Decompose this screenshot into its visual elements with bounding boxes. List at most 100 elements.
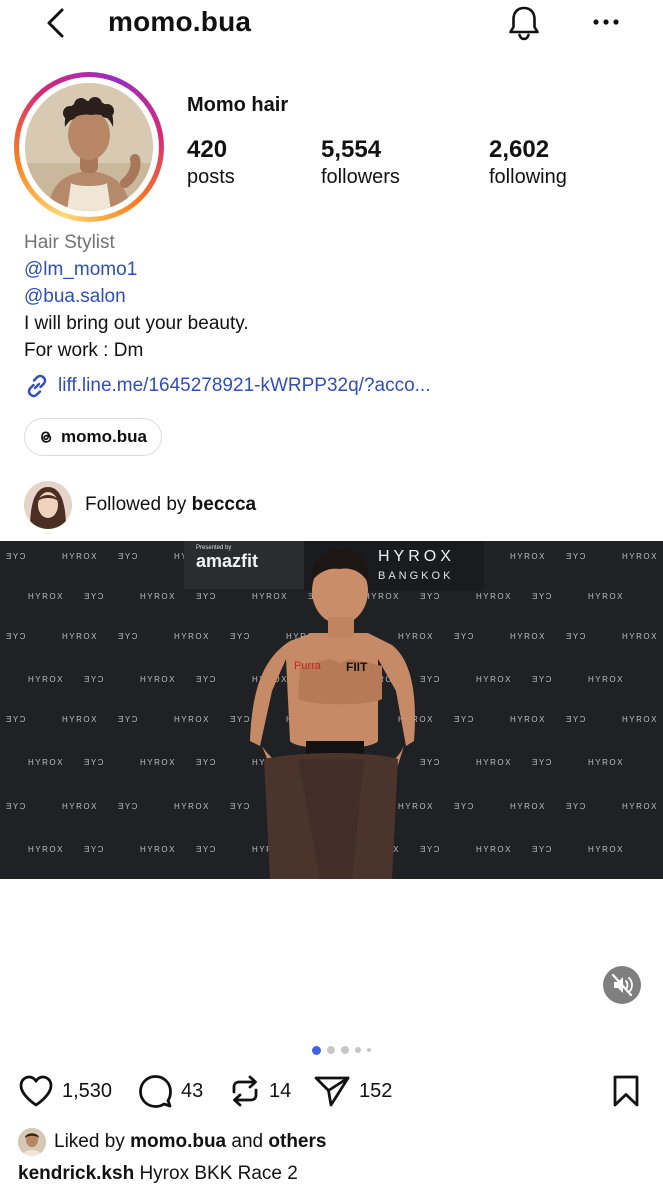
- stat-value: 2,602: [489, 136, 550, 163]
- backdrop-sponsor-text: ƎYƆ: [6, 715, 27, 724]
- liked-by-row: Liked by momo.bua and others: [18, 1128, 326, 1156]
- profile-external-link[interactable]: liff.line.me/1645278921-kWRPP32q/?acco..…: [24, 372, 430, 400]
- backdrop-sponsor-text: ƎYƆ: [118, 715, 139, 724]
- backdrop-sponsor-text: HYROX: [510, 715, 546, 724]
- caption-username[interactable]: kendrick.ksh: [18, 1163, 134, 1184]
- stat-posts[interactable]: 420 posts: [187, 136, 235, 190]
- carousel-dot: [312, 1045, 321, 1055]
- comment-button[interactable]: 43: [137, 1072, 203, 1110]
- backdrop-sponsor-text: HYROX: [140, 675, 176, 684]
- profile-category: Hair Stylist: [24, 232, 115, 253]
- backdrop-sponsor-text: HYROX: [62, 802, 98, 811]
- backdrop-sponsor-text: ƎYƆ: [6, 802, 27, 811]
- banner-event: HYROX: [378, 548, 455, 565]
- repost-icon: [232, 1075, 258, 1107]
- backdrop-sponsor-text: ƎYƆ: [196, 592, 217, 601]
- backdrop-sponsor-text: HYROX: [476, 592, 512, 601]
- post-media[interactable]: ƎYƆ HYROX ƎYƆ HYROX ƎYƆ HYROX ƎYƆ HYROX ƎYƆ HYROX…: [0, 541, 663, 879]
- followed-by-row[interactable]: Followed by beccca: [24, 480, 256, 530]
- stat-following[interactable]: 2,602 following: [489, 136, 567, 190]
- backdrop-sponsor-text: HYROX: [622, 632, 658, 641]
- repost-count: 14: [269, 1079, 292, 1102]
- backdrop-sponsor-text: ƎYƆ: [6, 632, 27, 641]
- backdrop-sponsor-text: ƎYƆ: [230, 632, 251, 641]
- backdrop-sponsor-text: HYROX: [398, 802, 434, 811]
- backdrop-sponsor-text: HYROX: [510, 802, 546, 811]
- backdrop-sponsor-text: ƎYƆ: [84, 758, 105, 767]
- backdrop-sponsor-text: ƎYƆ: [532, 758, 553, 767]
- liked-by-others[interactable]: others: [268, 1131, 326, 1152]
- backdrop-sponsor-text: HYROX: [140, 758, 176, 767]
- backdrop-sponsor-text: ƎYƆ: [118, 552, 139, 561]
- followed-by-prefix: Followed by: [85, 494, 187, 515]
- backdrop-sponsor-text: ƎYƆ: [566, 715, 587, 724]
- like-count: 1,530: [62, 1079, 113, 1102]
- share-button[interactable]: 152: [313, 1072, 392, 1110]
- backdrop-sponsor-text: ƎYƆ: [230, 715, 251, 724]
- svg-text:FIIT: FIIT: [346, 660, 368, 674]
- comment-count: 43: [181, 1079, 204, 1102]
- follower-avatar: [24, 481, 72, 529]
- bookmark-icon[interactable]: [611, 1074, 641, 1108]
- bio-mention-link[interactable]: @bua.salon: [24, 284, 126, 310]
- backdrop-sponsor-text: ƎYƆ: [532, 592, 553, 601]
- backdrop-sponsor-text: ƎYƆ: [532, 845, 553, 854]
- backdrop-sponsor-text: HYROX: [364, 592, 400, 601]
- stat-value: 5,554: [321, 136, 382, 163]
- avatar-photo: [25, 83, 153, 211]
- backdrop-sponsor-text: HYROX: [28, 675, 64, 684]
- backdrop-sponsor-text: HYROX: [398, 632, 434, 641]
- backdrop-sponsor-text: ƎYƆ: [118, 802, 139, 811]
- threads-icon: [41, 431, 52, 443]
- heart-icon: [19, 1075, 53, 1107]
- backdrop-sponsor-text: ƎYƆ: [84, 592, 105, 601]
- backdrop-sponsor-text: ƎYƆ: [420, 675, 441, 684]
- backdrop-sponsor-text: ƎYƆ: [84, 675, 105, 684]
- backdrop-sponsor-text: ƎYƆ: [566, 802, 587, 811]
- caption-text: Hyrox BKK Race 2: [139, 1163, 298, 1184]
- carousel-dot: [327, 1046, 335, 1054]
- mute-toggle-button[interactable]: [603, 966, 641, 1004]
- backdrop-sponsor-text: HYROX: [174, 715, 210, 724]
- svg-text:Purra: Purra: [294, 660, 322, 672]
- page-title: momo.bua: [108, 6, 252, 37]
- stat-value: 420: [187, 136, 228, 163]
- stat-followers[interactable]: 5,554 followers: [321, 136, 400, 190]
- backdrop-sponsor-text: HYROX: [28, 845, 64, 854]
- backdrop-sponsor-text: HYROX: [174, 632, 210, 641]
- profile-avatar[interactable]: [14, 72, 164, 222]
- stat-label: following: [489, 166, 567, 188]
- liked-by-text: Liked by momo.bua and others: [54, 1131, 326, 1153]
- carousel-dot: [355, 1047, 361, 1053]
- more-horizontal-icon[interactable]: [590, 12, 622, 32]
- backdrop-sponsor-text: HYROX: [588, 845, 624, 854]
- banner-brand: amazfit: [196, 551, 258, 571]
- liked-by-prefix: Liked by: [54, 1131, 125, 1152]
- backdrop-sponsor-text: HYROX: [174, 802, 210, 811]
- share-count: 152: [359, 1079, 393, 1102]
- bell-icon[interactable]: [506, 4, 542, 42]
- bio-text: I will bring out your beauty.: [24, 313, 249, 334]
- post-photo: ƎYƆ HYROX ƎYƆ HYROX ƎYƆ HYROX ƎYƆ HYROX ƎYƆ HYROX…: [0, 541, 663, 879]
- liker-avatar[interactable]: [18, 1128, 46, 1156]
- backdrop-sponsor-text: HYROX: [588, 592, 624, 601]
- backdrop-sponsor-text: ƎYƆ: [532, 675, 553, 684]
- bio-text: For work : Dm: [24, 340, 144, 361]
- backdrop-sponsor-text: HYROX: [588, 758, 624, 767]
- backdrop-sponsor-text: ƎYƆ: [566, 552, 587, 561]
- followed-by-username[interactable]: beccca: [192, 494, 256, 515]
- bio-mention-link[interactable]: @lm_momo1: [24, 257, 137, 283]
- backdrop-sponsor-text: ƎYƆ: [6, 552, 27, 561]
- followed-by-text: Followed by beccca: [85, 494, 256, 516]
- carousel-dot: [367, 1048, 371, 1052]
- liked-by-username[interactable]: momo.bua: [130, 1131, 226, 1152]
- comment-icon: [139, 1075, 172, 1108]
- carousel-dot: [341, 1046, 349, 1054]
- chevron-left-icon[interactable]: [40, 6, 74, 40]
- backdrop-sponsor-text: ƎYƆ: [420, 758, 441, 767]
- backdrop-sponsor-text: HYROX: [140, 592, 176, 601]
- repost-button[interactable]: 14: [229, 1072, 291, 1110]
- like-button[interactable]: 1,530: [18, 1072, 112, 1110]
- threads-badge-button[interactable]: momo.bua: [24, 418, 162, 456]
- backdrop-sponsor-text: HYROX: [622, 802, 658, 811]
